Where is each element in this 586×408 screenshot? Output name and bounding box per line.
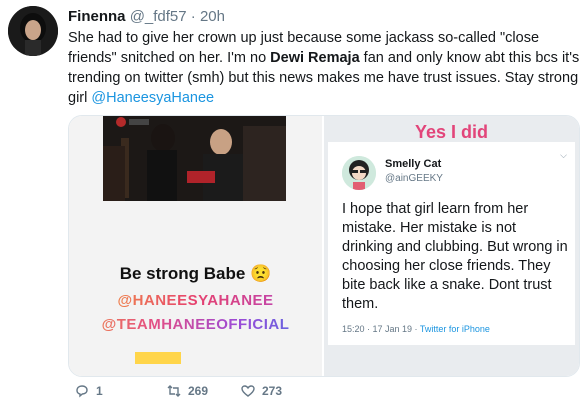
quoted-avatar bbox=[342, 156, 376, 190]
sticker bbox=[135, 352, 181, 364]
timestamp[interactable]: 20h bbox=[200, 8, 225, 25]
username[interactable]: @_fdf57 bbox=[130, 8, 187, 25]
be-strong-label: Be strong Babe bbox=[119, 264, 246, 283]
quoted-name: Smelly Cat bbox=[385, 158, 442, 170]
chevron-down-icon: ⌵ bbox=[560, 150, 567, 160]
quoted-timestamp: 15:20 · 17 Jan 19 · bbox=[342, 324, 420, 334]
quoted-source: Twitter for iPhone bbox=[419, 324, 490, 334]
reply-button[interactable]: 1 bbox=[74, 383, 103, 399]
quoted-text: I hope that girl learn from her mistake.… bbox=[342, 201, 568, 312]
reply-count: 1 bbox=[96, 384, 103, 398]
reply-icon bbox=[76, 385, 88, 398]
like-count: 273 bbox=[262, 384, 283, 398]
quoted-screenshot[interactable]: Yes I did Smelly Cat @ainGEEKY ⌵ I hope … bbox=[324, 116, 579, 376]
story-tag-teamhaneeofficial: @TEAMHANEEOFFICIAL bbox=[69, 316, 322, 333]
quoted-tweet-card: Smelly Cat @ainGEEKY ⌵ I hope that girl … bbox=[328, 142, 575, 345]
quoted-handle: @ainGEEKY bbox=[385, 173, 443, 184]
retweet-button[interactable]: 269 bbox=[166, 383, 208, 399]
quoted-footer: 15:20 · 17 Jan 19 · Twitter for iPhone bbox=[342, 324, 490, 334]
avatar[interactable] bbox=[8, 6, 58, 56]
separator-dot: · bbox=[190, 8, 196, 25]
tweet-bold-name: Dewi Remaja bbox=[270, 50, 360, 66]
like-button[interactable]: 273 bbox=[240, 383, 282, 399]
tweet-text: She had to give her crown up just becaus… bbox=[68, 28, 580, 108]
photo bbox=[103, 116, 286, 201]
retweet-count: 269 bbox=[188, 384, 209, 398]
mention-link[interactable]: @HaneesyaHanee bbox=[91, 90, 214, 106]
heart-icon bbox=[241, 385, 255, 397]
story-tag-haneesyahanee: @HANEESYAHANEE bbox=[69, 292, 322, 309]
tweet-header: Finenna @_fdf57 · 20h bbox=[68, 8, 225, 26]
display-name[interactable]: Finenna bbox=[68, 8, 126, 25]
media-attachment[interactable]: Be strong Babe 😟 @HANEESYAHANEE @TEAMHAN… bbox=[68, 115, 580, 377]
be-strong-text: Be strong Babe 😟 bbox=[69, 264, 322, 284]
yes-i-did-heading: Yes I did bbox=[414, 122, 489, 142]
story-image[interactable]: Be strong Babe 😟 @HANEESYAHANEE @TEAMHAN… bbox=[69, 116, 322, 376]
retweet-icon bbox=[167, 385, 181, 397]
worried-emoji-icon: 😟 bbox=[250, 264, 272, 283]
